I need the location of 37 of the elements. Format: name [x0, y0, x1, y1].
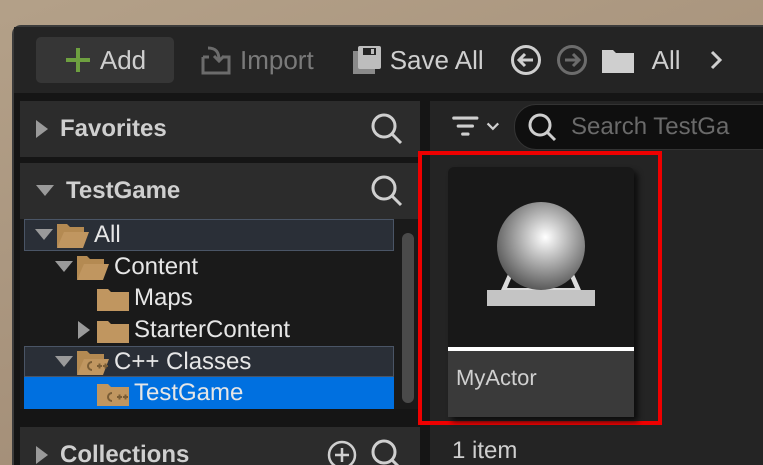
- tree-item[interactable]: StarterContent: [24, 314, 394, 346]
- search-icon: [527, 112, 557, 142]
- caret-down-icon[interactable]: [35, 228, 53, 241]
- caret-right-icon[interactable]: [36, 120, 48, 138]
- search-field[interactable]: Search TestGa: [514, 104, 763, 150]
- scrollbar-thumb[interactable]: [402, 233, 414, 403]
- save-icon: [352, 45, 382, 75]
- section-title: Collections: [60, 441, 190, 465]
- caret-down-icon[interactable]: [55, 260, 73, 272]
- add-button[interactable]: Add: [36, 37, 174, 83]
- plus-icon: [64, 46, 92, 74]
- folder-icon: [602, 47, 634, 73]
- asset-tile[interactable]: MyActor: [448, 167, 634, 417]
- section-header[interactable]: Collections: [20, 427, 420, 465]
- section-title: Favorites: [60, 115, 168, 143]
- search-icon[interactable]: [370, 174, 404, 208]
- back-button[interactable]: [510, 44, 542, 76]
- section-header[interactable]: Favorites: [20, 101, 420, 157]
- caret-down-icon[interactable]: [55, 356, 73, 368]
- caret-right-icon[interactable]: [36, 446, 48, 464]
- chevron-right-icon[interactable]: [708, 50, 723, 70]
- tree-item[interactable]: Maps: [24, 282, 394, 314]
- tree-item[interactable]: Content: [24, 250, 394, 282]
- caret-right-icon[interactable]: [78, 320, 90, 339]
- caret-down-icon[interactable]: [36, 185, 54, 197]
- import-icon: [200, 45, 232, 75]
- path-breadcrumb[interactable]: All: [652, 44, 681, 76]
- section-title: TestGame: [66, 177, 182, 205]
- search-input[interactable]: Search TestGa: [569, 112, 763, 142]
- save-all-button[interactable]: Save All: [340, 37, 496, 83]
- tree-item[interactable]: TestGame: [24, 377, 394, 410]
- item-count: 1 item: [451, 436, 518, 465]
- section-header[interactable]: TestGame: [20, 163, 420, 219]
- tree-item[interactable]: C++ Classes: [24, 346, 394, 378]
- asset-name: MyActor: [448, 351, 634, 417]
- tree-item[interactable]: All: [24, 219, 394, 251]
- search-icon[interactable]: [370, 112, 404, 146]
